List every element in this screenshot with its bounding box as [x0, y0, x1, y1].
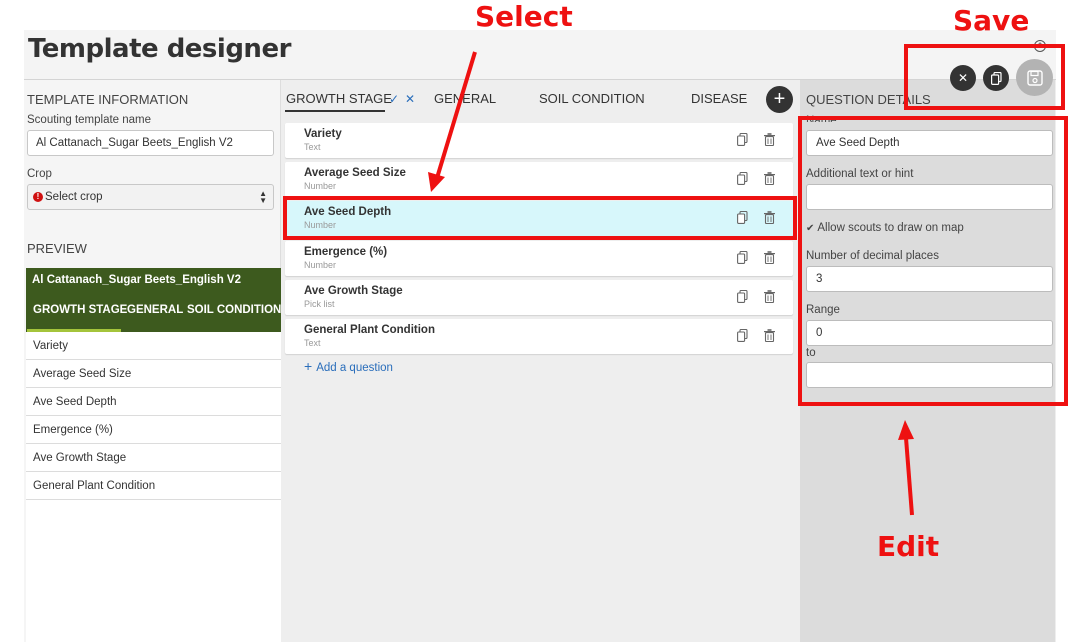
save-annotation: Save [953, 4, 1030, 37]
preview-item: Ave Seed Depth [26, 388, 281, 416]
template-name-value: Al Cattanach_Sugar Beets_English V2 [36, 137, 233, 149]
trash-icon[interactable] [764, 133, 775, 146]
preview-item: Average Seed Size [26, 360, 281, 388]
error-icon: ! [33, 192, 43, 202]
tab-general[interactable]: GENERAL [434, 91, 496, 106]
crop-select[interactable]: ! Select crop ▲ ▼ [27, 184, 274, 210]
trash-icon[interactable] [764, 172, 775, 185]
preview-title: PREVIEW [27, 241, 87, 256]
cancel-x-icon[interactable]: ✕ [405, 92, 415, 106]
preview-list: Variety Average Seed Size Ave Seed Depth… [26, 332, 281, 642]
copy-icon[interactable] [737, 329, 748, 342]
tab-disease[interactable]: DISEASE [691, 91, 747, 106]
template-info-title: TEMPLATE INFORMATION [27, 92, 189, 107]
trash-icon[interactable] [764, 329, 775, 342]
trash-icon[interactable] [764, 290, 775, 303]
preview-item: Ave Growth Stage [26, 444, 281, 472]
select-highlight-box [283, 196, 797, 240]
plus-icon: + [304, 358, 313, 374]
screenshot-root: Template designer TEMPLATE INFORMATION S… [0, 0, 1088, 642]
question-card[interactable]: Variety Text [285, 123, 793, 158]
question-card[interactable]: Ave Growth Stage Pick list [285, 280, 793, 315]
select-annotation: Select [475, 0, 573, 33]
template-name-label: Scouting template name [27, 114, 152, 126]
question-title: Variety [304, 128, 342, 140]
question-card[interactable]: Average Seed Size Number [285, 162, 793, 197]
add-question-link[interactable]: + Add a question [304, 358, 393, 374]
preview-tab-growth-stage[interactable]: GROWTH STAGE [33, 304, 127, 316]
preview-template-name: Al Cattanach_Sugar Beets_English V2 [32, 274, 241, 286]
active-tab-indicator [285, 110, 385, 112]
copy-icon[interactable] [737, 251, 748, 264]
preview-tab-general[interactable]: GENERAL [127, 304, 183, 316]
template-name-input[interactable]: Al Cattanach_Sugar Beets_English V2 [27, 130, 274, 156]
preview-item: General Plant Condition [26, 472, 281, 500]
add-tab-button[interactable]: + [766, 86, 793, 113]
tab-growth-stage[interactable]: GROWTH STAGE [286, 91, 392, 106]
save-highlight-box [904, 44, 1065, 110]
copy-icon[interactable] [737, 133, 748, 146]
question-card[interactable]: Emergence (%) Number [285, 241, 793, 276]
question-title: Average Seed Size [304, 167, 406, 179]
question-title: Ave Growth Stage [304, 285, 403, 297]
question-type: Number [304, 181, 337, 191]
question-card[interactable]: General Plant Condition Text [285, 319, 793, 354]
edit-annotation: Edit [877, 530, 940, 563]
plus-icon: + [773, 88, 786, 110]
preview-item: Variety [26, 332, 281, 360]
trash-icon[interactable] [764, 251, 775, 264]
tab-soil-condition[interactable]: SOIL CONDITION [539, 91, 645, 106]
preview-tab-soil-condition[interactable]: SOIL CONDITION [187, 304, 281, 316]
question-type: Text [304, 142, 321, 152]
select-arrows-icon: ▲ ▼ [259, 189, 267, 205]
preview-item: Emergence (%) [26, 416, 281, 444]
question-type: Pick list [304, 299, 335, 309]
crop-value: Select crop [45, 191, 103, 203]
page-title: Template designer [28, 34, 291, 64]
question-type: Number [304, 260, 337, 270]
question-title: General Plant Condition [304, 324, 435, 336]
question-type: Text [304, 338, 321, 348]
question-title: Emergence (%) [304, 246, 388, 258]
edit-highlight-box [798, 116, 1068, 406]
confirm-check-icon[interactable]: ✓ [389, 92, 399, 106]
crop-label: Crop [27, 168, 52, 180]
copy-icon[interactable] [737, 290, 748, 303]
add-question-label: Add a question [316, 362, 393, 374]
copy-icon[interactable] [737, 172, 748, 185]
